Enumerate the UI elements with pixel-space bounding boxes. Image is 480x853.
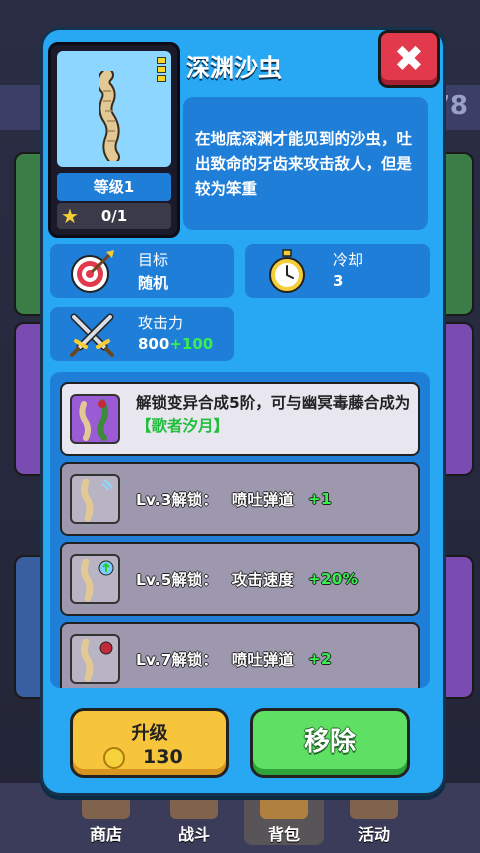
level-unlock-row: Lv.3解锁： 喷吐弹道 +1 xyxy=(60,462,420,536)
upgrade-label: 升级 xyxy=(131,723,168,744)
upgrade-button[interactable]: 升级 130 xyxy=(70,708,229,778)
target-icon xyxy=(71,250,114,293)
sandworm-icon xyxy=(99,71,120,161)
rarity-indicator xyxy=(157,57,166,82)
unlock-bonus: +20% xyxy=(307,570,358,588)
skill-thumbnail xyxy=(70,634,120,684)
stat-label: 冷却 xyxy=(333,251,364,269)
level-unlock-row: Lv.5解锁： 攻击速度 +20% xyxy=(60,542,420,616)
nav-label: 商店 xyxy=(89,825,122,844)
stopwatch-icon xyxy=(269,249,305,293)
shard-count-text: 0/1 xyxy=(100,207,128,225)
attack-bonus: +100 xyxy=(169,335,214,353)
evolution-desc: 解锁变异合成5阶，可与幽冥毒藤合成为 xyxy=(136,394,411,412)
close-button[interactable]: ✖ xyxy=(378,30,440,88)
skill-thumbnail xyxy=(70,474,120,524)
spit-projectile-icon xyxy=(80,478,113,522)
unlock-name: 喷吐弹道 xyxy=(231,651,294,669)
unit-portrait-card: 等级1 ★ 0/1 xyxy=(48,42,180,238)
stat-target: 目标 随机 xyxy=(50,244,234,298)
unlock-bonus: +2 xyxy=(307,650,332,668)
unit-portrait-image xyxy=(57,51,171,167)
coin-icon xyxy=(103,747,125,769)
spit-projectile-plus-icon xyxy=(80,638,113,682)
unlock-level: Lv.5解锁： xyxy=(136,571,218,589)
unlock-list[interactable]: 解锁变异合成5阶，可与幽冥毒藤合成为【歌者汐月】 Lv.3解锁： 喷吐弹道 +1 L… xyxy=(50,372,430,688)
unit-shard-count: ★ 0/1 xyxy=(57,203,171,229)
unlock-name: 喷吐弹道 xyxy=(231,491,294,509)
unlock-level: Lv.7解锁： xyxy=(136,651,218,669)
remove-button[interactable]: 移除 xyxy=(250,708,410,778)
stat-label: 目标 xyxy=(138,251,169,269)
stat-value: 3 xyxy=(333,272,344,290)
puzzle-piece-icon: ★ xyxy=(61,204,79,228)
unlock-text: Lv.5解锁： 攻击速度 +20% xyxy=(136,544,358,614)
stat-value: 随机 xyxy=(138,274,169,292)
unlock-name: 攻击速度 xyxy=(231,571,294,589)
upgrade-cost: 130 xyxy=(143,746,183,768)
evolution-thumbnail xyxy=(70,394,120,444)
evolution-unlock-row: 解锁变异合成5阶，可与幽冥毒藤合成为【歌者汐月】 xyxy=(60,382,420,456)
nav-label: 战斗 xyxy=(177,825,210,844)
stat-label: 攻击力 xyxy=(138,314,184,332)
nav-label: 活动 xyxy=(357,825,390,844)
evolution-text: 解锁变异合成5阶，可与幽冥毒藤合成为【歌者汐月】 xyxy=(136,392,416,438)
attack-speed-icon xyxy=(80,558,114,602)
close-x-icon: ✖ xyxy=(393,38,425,80)
unlock-text: Lv.3解锁： 喷吐弹道 +1 xyxy=(136,464,332,534)
stat-cooldown: 冷却 3 xyxy=(245,244,430,298)
stat-value: 800+100 xyxy=(138,335,213,353)
skill-thumbnail xyxy=(70,554,120,604)
level-unlock-row: Lv.7解锁： 喷吐弹道 +2 xyxy=(60,622,420,688)
unlock-bonus: +1 xyxy=(307,490,332,508)
unlock-text: Lv.7解锁： 喷吐弹道 +2 xyxy=(136,624,332,688)
evolution-units-icon xyxy=(79,399,108,441)
crossed-swords-icon xyxy=(70,313,114,357)
stat-attack: 攻击力 800+100 xyxy=(50,307,234,361)
nav-label: 背包 xyxy=(267,825,300,844)
attack-base: 800 xyxy=(138,335,170,353)
unit-name: 深渊沙虫 xyxy=(186,54,282,82)
unit-description: 在地底深渊才能见到的沙虫，吐出致命的牙齿来攻击敌人，但是较为笨重 xyxy=(183,97,428,230)
evolution-result: 【歌者汐月】 xyxy=(136,417,230,435)
unit-level: 等级1 xyxy=(57,173,171,201)
unlock-level: Lv.3解锁： xyxy=(136,491,218,509)
